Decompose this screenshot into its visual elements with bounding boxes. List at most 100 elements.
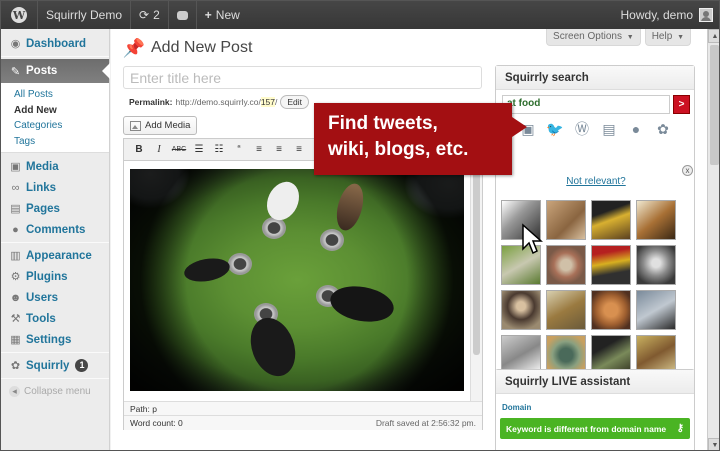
align-center-icon: ≡ (276, 144, 282, 155)
domain-label: Domain (502, 403, 532, 412)
close-icon[interactable]: x (682, 165, 693, 176)
squirrly-search-button[interactable]: > (673, 95, 690, 114)
sidebar-item-appearance[interactable]: ▥ Appearance (1, 245, 109, 266)
pushpin-icon: 📌 (122, 37, 146, 58)
bullet-list-icon: ☰ (194, 144, 204, 155)
callout-line-2: wiki, blogs, etc. (328, 139, 469, 160)
align-left-button[interactable]: ≡ (250, 142, 268, 158)
draft-saved-status: Draft saved at 2:56:32 pm. (375, 418, 476, 428)
scrollbar-thumb[interactable] (473, 165, 480, 355)
collapse-menu-button[interactable]: ◂ Collapse menu (1, 381, 109, 402)
scrollbar-thumb[interactable] (710, 45, 719, 165)
editor-status-bar: Word count: 0 Draft saved at 2:56:32 pm. (124, 415, 482, 430)
submenu-categories[interactable]: Categories (1, 118, 109, 134)
permalink-base: http://demo.squirrly.co/ (175, 97, 261, 107)
post-title-input[interactable]: Enter title here (123, 66, 482, 89)
wordpress-logo-button[interactable]: W (1, 1, 37, 29)
screen-options-button[interactable]: Screen Options ▼ (546, 29, 641, 46)
news-icon[interactable]: ▤ (599, 120, 619, 138)
squirrly-search-input[interactable]: at food (502, 95, 670, 114)
live-assistant-title: Squirrly LIVE assistant (496, 370, 694, 394)
new-label: New (215, 8, 240, 22)
scroll-down-arrow-icon[interactable]: ▼ (708, 438, 719, 450)
help-label: Help (651, 31, 673, 42)
sidebar-item-squirrly[interactable]: ✿ Squirrly 1 (1, 355, 109, 376)
site-name-link[interactable]: Squirrly Demo (38, 1, 130, 29)
sidebar-item-pages[interactable]: ▤ Pages (1, 198, 109, 219)
page-scrollbar[interactable]: ▲ ▼ (707, 29, 719, 450)
editor-content[interactable] (124, 161, 482, 401)
admin-bar: W Squirrly Demo ⟳ 2 + New Howdy, demo (1, 1, 719, 29)
sidebar-item-media[interactable]: ▣ Media (1, 156, 109, 177)
align-center-button[interactable]: ≡ (270, 142, 288, 158)
add-media-button[interactable]: Add Media (123, 116, 198, 135)
sidebar-item-label: Settings (26, 333, 72, 346)
editor-path: Path: p (124, 401, 482, 415)
image-result[interactable] (591, 200, 631, 240)
feature-callout: Find tweets, wiki, blogs, etc. (314, 103, 527, 175)
pages-icon: ▤ (10, 203, 21, 215)
plugins-icon: ⚙ (10, 271, 21, 283)
pin-icon: ✎ (10, 65, 21, 78)
image-result[interactable] (546, 200, 586, 240)
image-result[interactable] (546, 245, 586, 285)
sidebar-item-plugins[interactable]: ⚙ Plugins (1, 266, 109, 287)
divider (1, 56, 109, 57)
squirrel-icon[interactable]: ✿ (653, 120, 673, 138)
domain-status-message: Keyword is different from domain name (506, 423, 667, 434)
howdy-text: Howdy, demo (620, 8, 693, 22)
title-placeholder: Enter title here (130, 69, 222, 86)
media-icon (130, 120, 141, 131)
sidebar-item-posts[interactable]: ✎ Posts (1, 59, 110, 83)
scroll-up-arrow-icon[interactable]: ▲ (708, 29, 719, 43)
image-result[interactable] (636, 245, 676, 285)
refresh-icon: ⟳ (139, 8, 150, 22)
sidebar-item-tools[interactable]: ⚒ Tools (1, 308, 109, 329)
add-media-label: Add Media (145, 120, 191, 131)
divider (1, 352, 109, 353)
new-content-button[interactable]: + New (197, 1, 248, 29)
help-button[interactable]: Help ▼ (644, 29, 691, 46)
not-relevant-link[interactable]: Not relevant? (496, 176, 696, 187)
wikipedia-icon[interactable]: Ⓦ (572, 120, 592, 138)
bold-button[interactable]: B (130, 142, 148, 158)
avatar (699, 8, 713, 22)
page-title: Add New Post (151, 39, 253, 56)
twitter-icon[interactable]: 🐦 (545, 120, 565, 138)
italic-button[interactable]: I (150, 142, 168, 158)
updates-button[interactable]: ⟳ 2 (131, 1, 168, 29)
align-left-icon: ≡ (256, 144, 262, 155)
account-menu[interactable]: Howdy, demo (613, 1, 719, 29)
sidebar-item-dashboard[interactable]: ◉ Dashboard (1, 33, 109, 54)
sidebar-item-settings[interactable]: ▦ Settings (1, 329, 109, 350)
editor-scrollbar[interactable] (470, 161, 482, 401)
sidebar-item-comments[interactable]: ● Comments (1, 219, 109, 240)
sidebar-item-label: Media (26, 160, 59, 173)
image-result[interactable] (501, 290, 541, 330)
comments-button[interactable] (169, 1, 196, 29)
align-right-button[interactable]: ≡ (290, 142, 308, 158)
image-result[interactable] (636, 200, 676, 240)
strikethrough-button[interactable]: ABC (170, 142, 188, 158)
sidebar-item-users[interactable]: ☻ Users (1, 287, 109, 308)
image-result[interactable] (636, 290, 676, 330)
main-content: Screen Options ▼ Help ▼ 📌 Add New Post E… (111, 29, 707, 450)
submenu-all-posts[interactable]: All Posts (1, 87, 109, 103)
image-result[interactable] (591, 290, 631, 330)
submenu-tags[interactable]: Tags (1, 134, 109, 150)
image-result[interactable] (591, 245, 631, 285)
edit-permalink-button[interactable]: Edit (280, 95, 310, 109)
sidebar-item-label: Comments (26, 223, 86, 236)
blockquote-button[interactable]: “ (230, 142, 248, 158)
sidebar-item-links[interactable]: ∞ Links (1, 177, 109, 198)
blogs-icon[interactable]: ● (626, 120, 646, 138)
bullet-list-button[interactable]: ☰ (190, 142, 208, 158)
tools-icon: ⚒ (10, 313, 21, 325)
image-result[interactable] (546, 290, 586, 330)
squirrly-search-title: Squirrly search (496, 66, 694, 90)
sidebar-item-label: Tools (26, 312, 56, 325)
comments-icon: ● (12, 223, 19, 236)
submenu-add-new[interactable]: Add New (1, 103, 109, 119)
numbered-list-button[interactable]: ☷ (210, 142, 228, 158)
permalink-id[interactable]: 157 (260, 97, 276, 107)
